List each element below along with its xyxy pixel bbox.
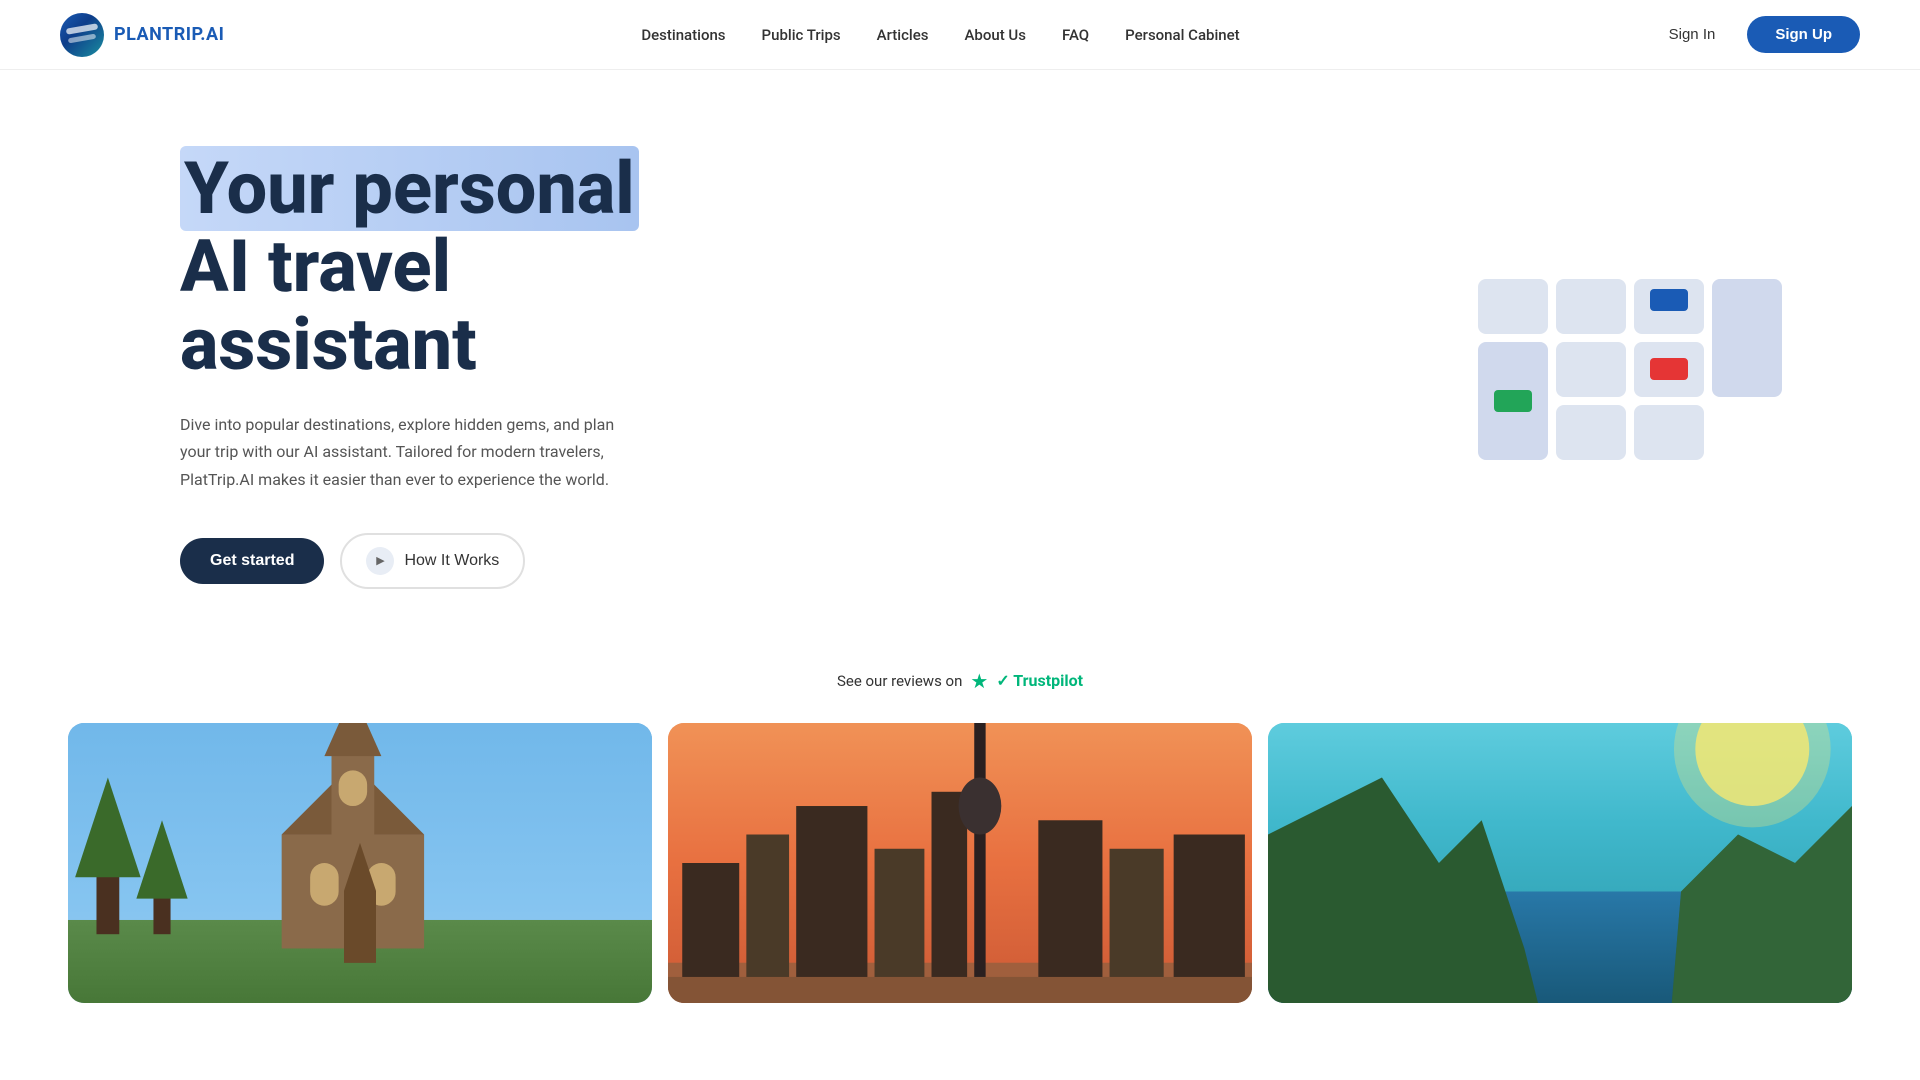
hero-title: Your personal AI travel assistant	[180, 150, 639, 383]
play-icon: ▶	[366, 547, 394, 575]
trustpilot-star: ★	[970, 669, 988, 693]
nav-personal-cabinet[interactable]: Personal Cabinet	[1125, 26, 1240, 44]
logo-icon	[60, 13, 104, 57]
vis-card-2	[1556, 279, 1626, 334]
sign-up-button[interactable]: Sign Up	[1747, 16, 1860, 53]
vis-card-3	[1634, 279, 1704, 334]
destination-card-2[interactable]	[668, 723, 1252, 1003]
nav-links: Destinations Public Trips Articles About…	[641, 26, 1239, 44]
destination-card-3[interactable]	[1268, 723, 1852, 1003]
vis-card-5	[1478, 342, 1548, 460]
hero-title-line3: assistant	[180, 302, 477, 387]
vis-card-7	[1634, 342, 1704, 397]
vis-card-4	[1712, 279, 1782, 397]
destination-card-1[interactable]	[68, 723, 652, 1003]
logo-text: PLANTRIP.AI	[114, 24, 224, 45]
vis-card-8	[1556, 405, 1626, 460]
hero-title-line2: AI travel	[180, 224, 451, 309]
red-block	[1650, 358, 1688, 380]
sign-in-button[interactable]: Sign In	[1657, 18, 1728, 51]
nav-faq[interactable]: FAQ	[1062, 26, 1089, 44]
hero-illustration	[1460, 259, 1800, 479]
destination-image-1	[68, 723, 652, 1003]
logo[interactable]: PLANTRIP.AI	[60, 13, 224, 57]
vis-grid	[1478, 279, 1782, 460]
navbar: PLANTRIP.AI Destinations Public Trips Ar…	[0, 0, 1920, 70]
hero-content: Your personal AI travel assistant Dive i…	[180, 150, 639, 589]
trustpilot-logo: ✓ Trustpilot	[996, 671, 1083, 690]
hero-section: Your personal AI travel assistant Dive i…	[0, 70, 1920, 649]
nav-articles[interactable]: Articles	[877, 26, 929, 44]
cliff-svg	[1268, 723, 1852, 1003]
nav-actions: Sign In Sign Up	[1657, 16, 1860, 53]
blue-block	[1650, 289, 1688, 311]
how-it-works-button[interactable]: ▶ How It Works	[340, 533, 525, 589]
vis-card-6	[1556, 342, 1626, 397]
nav-about-us[interactable]: About Us	[964, 26, 1026, 44]
hero-title-line1: Your personal	[180, 146, 639, 231]
vis-card-9	[1634, 405, 1704, 460]
vis-card-1	[1478, 279, 1548, 334]
nav-destinations[interactable]: Destinations	[641, 26, 725, 44]
destination-image-3	[1268, 723, 1852, 1003]
city-svg	[668, 723, 1252, 1003]
destination-image-2	[668, 723, 1252, 1003]
get-started-button[interactable]: Get started	[180, 538, 324, 584]
green-block	[1494, 390, 1532, 412]
destinations-row	[0, 723, 1920, 1003]
hero-buttons: Get started ▶ How It Works	[180, 533, 639, 589]
hero-description: Dive into popular destinations, explore …	[180, 411, 620, 493]
trustpilot-bar: See our reviews on ★ ✓ Trustpilot	[0, 649, 1920, 713]
nav-public-trips[interactable]: Public Trips	[762, 26, 841, 44]
trustpilot-text: See our reviews on	[837, 672, 962, 690]
church-svg	[68, 723, 652, 1003]
